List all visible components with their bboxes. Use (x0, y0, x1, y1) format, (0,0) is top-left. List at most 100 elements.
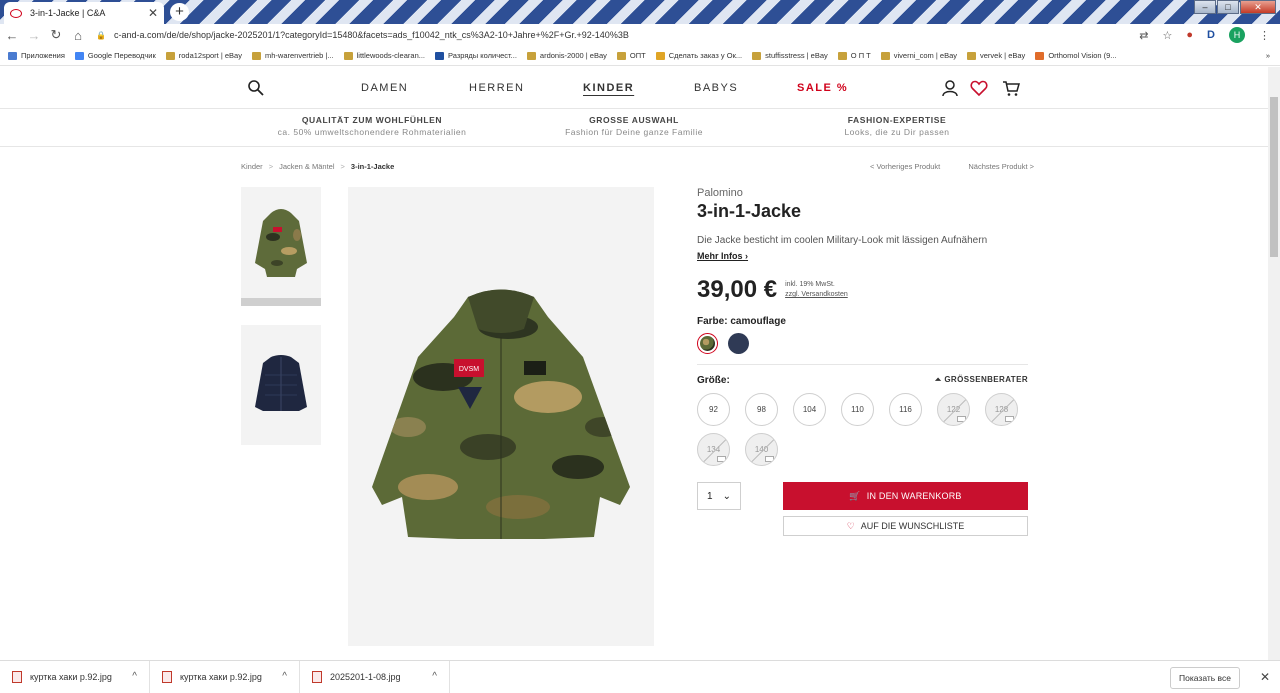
download-item[interactable]: 2025201-1-08.jpg ^ (300, 660, 450, 693)
size-option[interactable]: 98 (745, 393, 778, 426)
size-option-unavailable[interactable]: 140 (745, 433, 778, 466)
add-to-cart-button[interactable]: 🛒 IN DEN WARENKORB (783, 482, 1028, 510)
google-translate-icon (74, 51, 84, 60)
product-info: Palomino 3-in-1-Jacke Die Jacke besticht… (697, 187, 1028, 536)
address-url: c-and-a.com/de/de/shop/jacke-2025201/1?c… (113, 30, 629, 40)
bookmark-item[interactable]: stuffisstress | eBay (752, 51, 828, 60)
product-brand[interactable]: Palomino (697, 187, 1028, 199)
breadcrumb-kinder[interactable]: Kinder (241, 162, 263, 171)
bookmarks-overflow-icon[interactable]: » (1266, 51, 1270, 60)
main-navigation: DAMEN HERREN KINDER BABYS SALE % (0, 67, 1268, 109)
bookmark-item[interactable]: Orthomol Vision (9... (1035, 51, 1117, 60)
next-product-link[interactable]: Nächstes Produkt > (968, 162, 1034, 171)
size-option[interactable]: 92 (697, 393, 730, 426)
extension-icon[interactable]: ● (1186, 29, 1193, 41)
usp-subtitle: Fashion für Deine ganze Familie (565, 127, 703, 137)
color-swatches (697, 333, 1028, 354)
page-scrollbar[interactable] (1268, 67, 1280, 660)
search-icon[interactable] (247, 79, 265, 97)
more-info-link[interactable]: Mehr Infos › (697, 251, 748, 261)
extension-icon-2[interactable]: D (1207, 29, 1215, 41)
previous-product-link[interactable]: < Vorheriges Produkt (870, 162, 940, 171)
image-file-icon (162, 671, 172, 683)
thumbnail-navy[interactable] (241, 325, 321, 445)
size-option-unavailable[interactable]: 134 (697, 433, 730, 466)
bookmark-item[interactable]: littlewoods-clearan... (343, 51, 425, 60)
cart-row: 1 ⌄ 🛒 IN DEN WARENKORB (697, 482, 1028, 510)
nav-babys[interactable]: BABYS (694, 82, 738, 94)
breadcrumb-separator: > (340, 162, 345, 171)
shipping-cost-link[interactable]: zzgl. Versandkosten (785, 290, 848, 300)
nav-damen[interactable]: DAMEN (361, 82, 408, 94)
new-tab-button[interactable]: + (170, 3, 189, 21)
size-advisor-link[interactable]: ⏶ GRÖSSENBERATER (935, 375, 1028, 386)
notify-mail-icon (717, 456, 726, 462)
window-close-button[interactable]: ✕ (1240, 0, 1276, 14)
thumbnail-camouflage[interactable] (241, 187, 321, 306)
notify-mail-icon (957, 416, 966, 422)
size-header: Größe: ⏶ GRÖSSENBERATER (697, 375, 1028, 386)
back-arrow-icon[interactable]: ← (2, 28, 22, 43)
chevron-right-icon: › (745, 251, 749, 261)
star-bookmark-icon[interactable]: ☆ (1163, 29, 1173, 42)
nav-herren[interactable]: HERREN (469, 82, 524, 94)
minimize-button[interactable]: – (1194, 0, 1216, 14)
bookmark-item[interactable]: roda12sport | eBay (165, 51, 242, 60)
chevron-down-icon: ⌄ (722, 490, 731, 502)
usp-bar: QUALITÄT ZUM WOHLFÜHLEN ca. 50% umweltsc… (0, 110, 1268, 147)
bookmark-item[interactable]: mh-warenvertrieb |... (251, 51, 334, 60)
bookmark-item[interactable]: Приложения (8, 51, 65, 60)
downloads-close-icon[interactable]: ✕ (1260, 670, 1270, 684)
address-bar[interactable]: 🔒 c-and-a.com/de/de/shop/jacke-2025201/1… (96, 30, 629, 40)
bookmark-item[interactable]: О П Т (837, 51, 871, 60)
scrollbar-thumb[interactable] (1270, 97, 1278, 257)
quantity-select[interactable]: 1 ⌄ (697, 482, 741, 510)
browser-tab[interactable]: 3-in-1-Jacke | C&A ✕ (4, 2, 164, 24)
size-option-unavailable[interactable]: 128 (985, 393, 1018, 426)
ebay-bag-icon (752, 51, 762, 60)
home-icon[interactable]: ⌂ (68, 28, 88, 43)
user-account-icon[interactable] (941, 79, 959, 97)
cart-icon[interactable] (1002, 79, 1020, 97)
price-note: inkl. 19% MwSt. zzgl. Versandkosten (785, 280, 848, 300)
reload-icon[interactable]: ↻ (46, 27, 66, 43)
bookmark-item[interactable]: ОПТ (616, 51, 646, 60)
translate-icon[interactable]: ⇄ (1139, 29, 1148, 42)
size-option-unavailable[interactable]: 122 (937, 393, 970, 426)
divider (697, 364, 1028, 365)
nav-sale[interactable]: SALE % (797, 82, 848, 94)
size-option[interactable]: 116 (889, 393, 922, 426)
bookmark-item[interactable]: Сделать заказ у Ок... (655, 51, 742, 60)
breadcrumb-jacken[interactable]: Jacken & Mäntel (279, 162, 334, 171)
window-controls: – □ ✕ (1193, 0, 1276, 14)
profile-avatar[interactable]: H (1229, 27, 1245, 43)
bookmark-item[interactable]: ardonis-2000 | eBay (526, 51, 607, 60)
add-to-wishlist-button[interactable]: ♡ AUF DIE WUNSCHLISTE (783, 516, 1028, 536)
maximize-button[interactable]: □ (1217, 0, 1239, 14)
browser-toolbar: ← → ↻ ⌂ 🔒 c-and-a.com/de/de/shop/jacke-2… (0, 24, 1280, 46)
lock-icon: 🔒 (96, 30, 106, 40)
nav-kinder[interactable]: KINDER (583, 82, 634, 94)
product-main-image[interactable]: DVSM (348, 187, 654, 646)
size-option[interactable]: 110 (841, 393, 874, 426)
bookmark-item[interactable]: viverni_com | eBay (880, 51, 957, 60)
bookmark-item[interactable]: Google Переводчик (74, 51, 156, 60)
swatch-camouflage[interactable] (697, 333, 718, 354)
download-item[interactable]: куртка хаки р.92.jpg ^ (150, 660, 300, 693)
swatch-navy[interactable] (728, 333, 749, 354)
chevron-up-icon[interactable]: ^ (282, 671, 287, 682)
chevron-up-icon[interactable]: ^ (132, 671, 137, 682)
bookmark-item[interactable]: Разряды количест... (435, 51, 517, 60)
menu-kebab-icon[interactable]: ⋮ (1259, 29, 1270, 42)
navy-jacket-thumbnail-image (255, 355, 307, 411)
notify-mail-icon (765, 456, 774, 462)
download-item[interactable]: куртка хаки р.92.jpg ^ (0, 660, 150, 693)
tab-close-icon[interactable]: ✕ (148, 6, 158, 20)
size-option[interactable]: 104 (793, 393, 826, 426)
wishlist-heart-icon[interactable] (970, 79, 988, 97)
chevron-up-icon[interactable]: ^ (432, 671, 437, 682)
more-info-label: Mehr Infos (697, 251, 743, 261)
forward-arrow-icon[interactable]: → (24, 28, 44, 43)
bookmark-item[interactable]: vervek | eBay (967, 51, 1025, 60)
show-all-downloads-button[interactable]: Показать все (1170, 667, 1240, 689)
